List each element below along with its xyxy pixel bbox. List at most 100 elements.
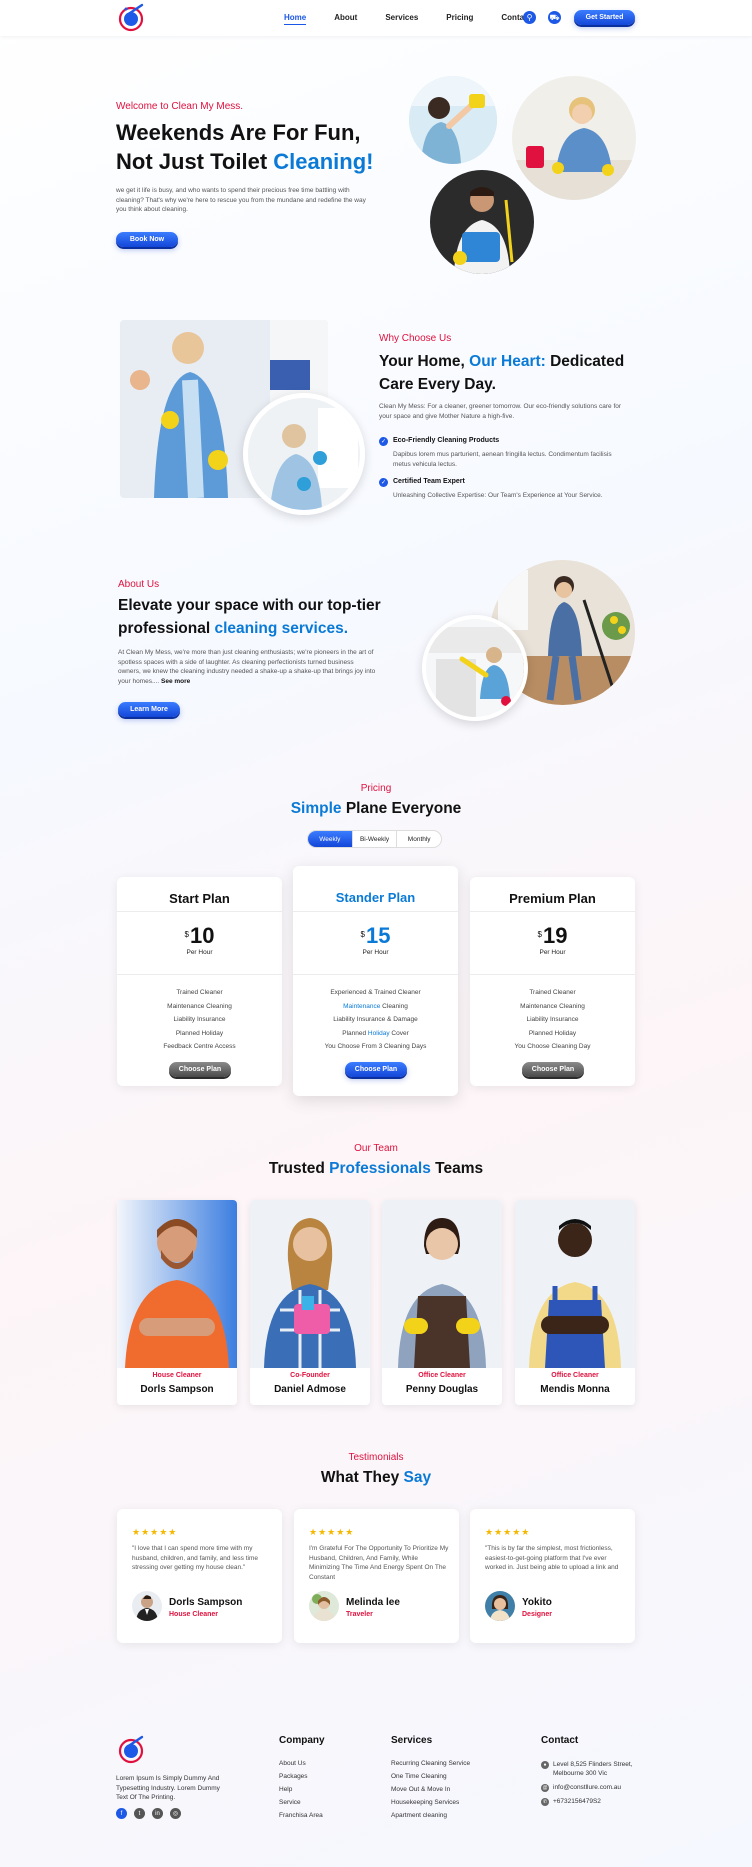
price-period: Per Hour [539, 949, 566, 956]
divider [117, 911, 282, 912]
plan-name: Start Plan [169, 891, 230, 906]
nav-services[interactable]: Services [385, 13, 418, 25]
footer-link-about[interactable]: About Us [279, 1760, 323, 1773]
plan-price: $15 [293, 923, 458, 949]
tab-bi-weekly[interactable]: Bi-Weekly [353, 831, 398, 847]
why-title-line2: Care Every Day. [379, 376, 496, 393]
phone-text[interactable]: +6732156479S2 [541, 1797, 601, 1806]
about-title: Elevate your space with our top-tier pro… [118, 594, 408, 640]
facebook-icon[interactable]: f [116, 1808, 127, 1819]
team-photo [382, 1200, 502, 1368]
footer-about-text: Lorem Ipsum Is Simply Dummy And Typesett… [116, 1775, 220, 1801]
why-image-circle [243, 393, 365, 515]
testimonial-quote: I'm Grateful For The Opportunity To Prio… [309, 1545, 449, 1581]
pricing-eyebrow: Pricing [360, 783, 392, 794]
feature-title-team: Certified Team Expert [393, 478, 465, 485]
pricing-card-premium: Premium Plan $19 Per Hour Trained Cleane… [470, 877, 635, 1086]
hero-body: we get it life is busy, and who wants to… [116, 187, 366, 213]
plan-feature: Trained Cleaner [176, 989, 223, 996]
footer-link-recurring[interactable]: Recurring Cleaning Service [391, 1760, 470, 1773]
team-card[interactable]: Office Cleaner Penny Douglas [382, 1200, 502, 1405]
footer-link-franchisa[interactable]: Franchisa Area [279, 1812, 323, 1825]
plan-feature: Liability Insurance [526, 1016, 579, 1023]
phone-icon: ✆ [541, 1798, 549, 1806]
testimonials-title-plain: What They [320, 1469, 404, 1486]
learn-more-button[interactable]: Learn More [118, 702, 180, 717]
testimonial-role: Designer [522, 1611, 552, 1618]
plan-feature: Feedback Centre Access [163, 1043, 236, 1050]
plan-name: Premium Plan [509, 891, 596, 906]
email-icon: @ [541, 1784, 549, 1792]
avatar [309, 1591, 339, 1621]
nav-pricing[interactable]: Pricing [446, 13, 473, 25]
price-period: Per Hour [362, 949, 389, 956]
choose-plan-button[interactable]: Choose Plan [169, 1062, 231, 1077]
about-title-line1: Elevate your space with our top-tier [118, 597, 381, 614]
see-more-link[interactable]: See more [161, 678, 190, 685]
linkedin-icon[interactable]: in [152, 1808, 163, 1819]
footer-link-move[interactable]: Move Out & Move In [391, 1786, 470, 1799]
email-text[interactable]: info@constllure.com.au [541, 1783, 621, 1792]
avatar [132, 1591, 162, 1621]
cart-icon[interactable]: ⛟ [548, 11, 561, 24]
location-icon: ● [541, 1761, 549, 1769]
currency: $ [537, 930, 542, 939]
footer-services-links: Recurring Cleaning Service One Time Clea… [391, 1760, 470, 1825]
divider [470, 911, 635, 912]
pricing-card-start: Start Plan $10 Per Hour Trained Cleaner … [117, 877, 282, 1086]
get-started-button[interactable]: Get Started [574, 10, 635, 25]
team-name: Penny Douglas [405, 1384, 479, 1395]
currency: $ [360, 930, 365, 939]
plan-feature: Maintenance Cleaning [343, 1002, 408, 1010]
why-body: Clean My Mess: For a cleaner, greener to… [379, 403, 622, 420]
tab-weekly[interactable]: Weekly [308, 831, 353, 847]
testimonials-eyebrow: Testimonials [348, 1452, 404, 1463]
plan-features: Experienced & Trained Cleaner Maintenanc… [293, 989, 458, 1057]
brand-logo[interactable] [116, 3, 148, 33]
footer-email: @ info@constllure.com.au [541, 1783, 621, 1792]
footer-link-housekeeping[interactable]: Housekeeping Services [391, 1799, 470, 1812]
price-value: 19 [542, 923, 568, 948]
why-eyebrow: Why Choose Us [379, 333, 452, 344]
feature-title-eco: Eco-Friendly Cleaning Products [393, 437, 500, 444]
choose-plan-button[interactable]: Choose Plan [345, 1062, 407, 1077]
choose-plan-button[interactable]: Choose Plan [522, 1062, 584, 1077]
testimonial-name: Melinda lee [346, 1597, 400, 1608]
search-icon[interactable]: ⚲ [523, 11, 536, 24]
team-card[interactable]: Co-Founder Daniel Admose [250, 1200, 370, 1405]
address-text: Level 8,525 Flinders Street, Melbourne 3… [553, 1761, 633, 1777]
footer-link-service[interactable]: Service [279, 1799, 323, 1812]
about-eyebrow: About Us [118, 579, 160, 590]
testimonials-title-accent: Say [403, 1469, 432, 1486]
footer-link-one-time[interactable]: One Time Cleaning [391, 1773, 470, 1786]
team-name: Dorls Sampson [140, 1384, 214, 1395]
nav-home[interactable]: Home [284, 13, 307, 25]
footer-logo[interactable] [116, 1735, 148, 1765]
footer-company-title: Company [279, 1735, 325, 1746]
plan-feature: Trained Cleaner [529, 989, 576, 996]
instagram-icon[interactable]: ◎ [170, 1808, 181, 1819]
book-now-button[interactable]: Book Now [116, 232, 178, 247]
footer-link-apartment[interactable]: Apartment cleaning [391, 1812, 470, 1825]
hero-title-line1: Weekends Are For Fun, [116, 120, 361, 145]
team-card[interactable]: House Cleaner Dorls Sampson [117, 1200, 237, 1405]
testimonial-card: ★★★★★ "I love that I can spend more time… [117, 1509, 282, 1643]
about-image-small [422, 615, 528, 721]
testimonial-role: Traveler [346, 1611, 373, 1618]
team-role: Office Cleaner [418, 1372, 466, 1379]
team-card[interactable]: Office Cleaner Mendis Monna [515, 1200, 635, 1405]
testimonial-quote: "This is by far the simplest, most frict… [485, 1545, 619, 1571]
nav-about[interactable]: About [334, 13, 357, 25]
avatar [485, 1591, 515, 1621]
team-title-accent: Professionals [329, 1160, 431, 1177]
team-name: Mendis Monna [540, 1384, 610, 1395]
footer-link-packages[interactable]: Packages [279, 1773, 323, 1786]
tab-monthly[interactable]: Monthly [397, 831, 441, 847]
check-icon: ✓ [379, 478, 388, 487]
hero-image-dusting [409, 76, 497, 164]
plan-feature: Planned Holiday [528, 1029, 577, 1037]
footer-link-help[interactable]: Help [279, 1786, 323, 1799]
hero-title-line2: Not Just Toilet [116, 149, 274, 174]
plan-feature: Planned Holiday [175, 1029, 224, 1037]
twitter-icon[interactable]: t [134, 1808, 145, 1819]
